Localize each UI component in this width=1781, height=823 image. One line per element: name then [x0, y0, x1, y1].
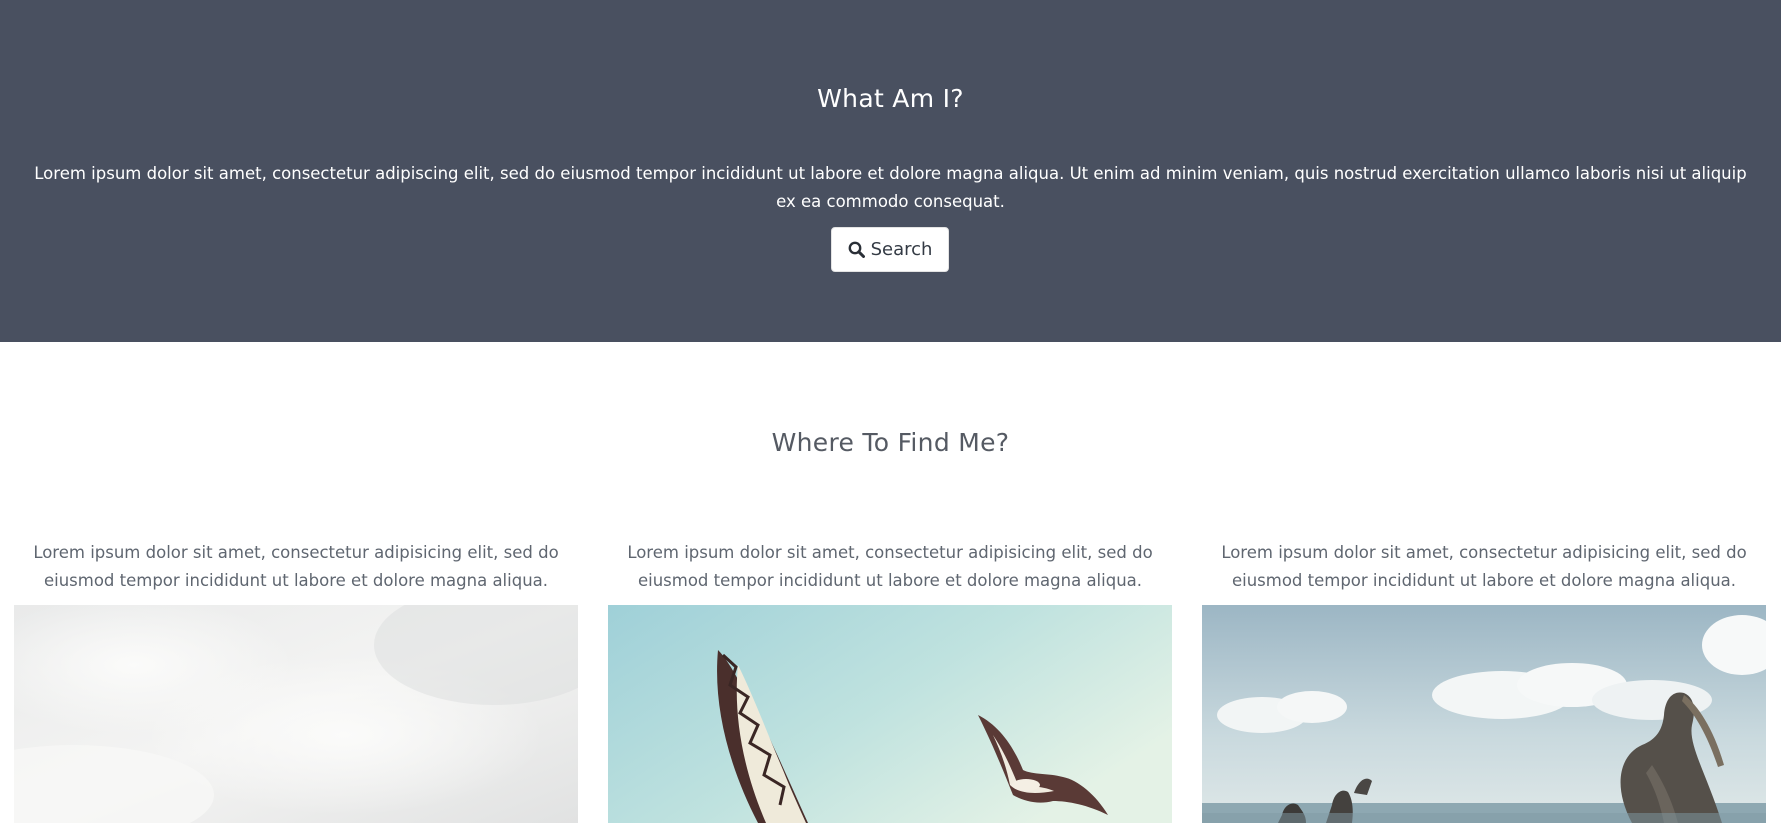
hero-description: Lorem ipsum dolor sit amet, consectetur … [34, 164, 1747, 211]
search-icon [848, 241, 865, 258]
pelicans-on-pier-photo [1202, 605, 1766, 823]
page: What Am I? Lorem ipsum dolor sit amet, c… [0, 0, 1781, 823]
card-text: Lorem ipsum dolor sit amet, consectetur … [627, 543, 1153, 590]
seagulls-flying-photo [608, 605, 1172, 823]
hero-title: What Am I? [817, 84, 964, 113]
search-button-label: Search [870, 239, 933, 260]
hero-section: What Am I? Lorem ipsum dolor sit amet, c… [0, 0, 1781, 342]
card-text: Lorem ipsum dolor sit amet, consectetur … [33, 543, 559, 590]
section-title: Where To Find Me? [771, 428, 1010, 457]
search-button[interactable]: Search [831, 227, 949, 272]
cloudy-sky-photo [14, 605, 578, 823]
card-text: Lorem ipsum dolor sit amet, consectetur … [1221, 543, 1747, 590]
